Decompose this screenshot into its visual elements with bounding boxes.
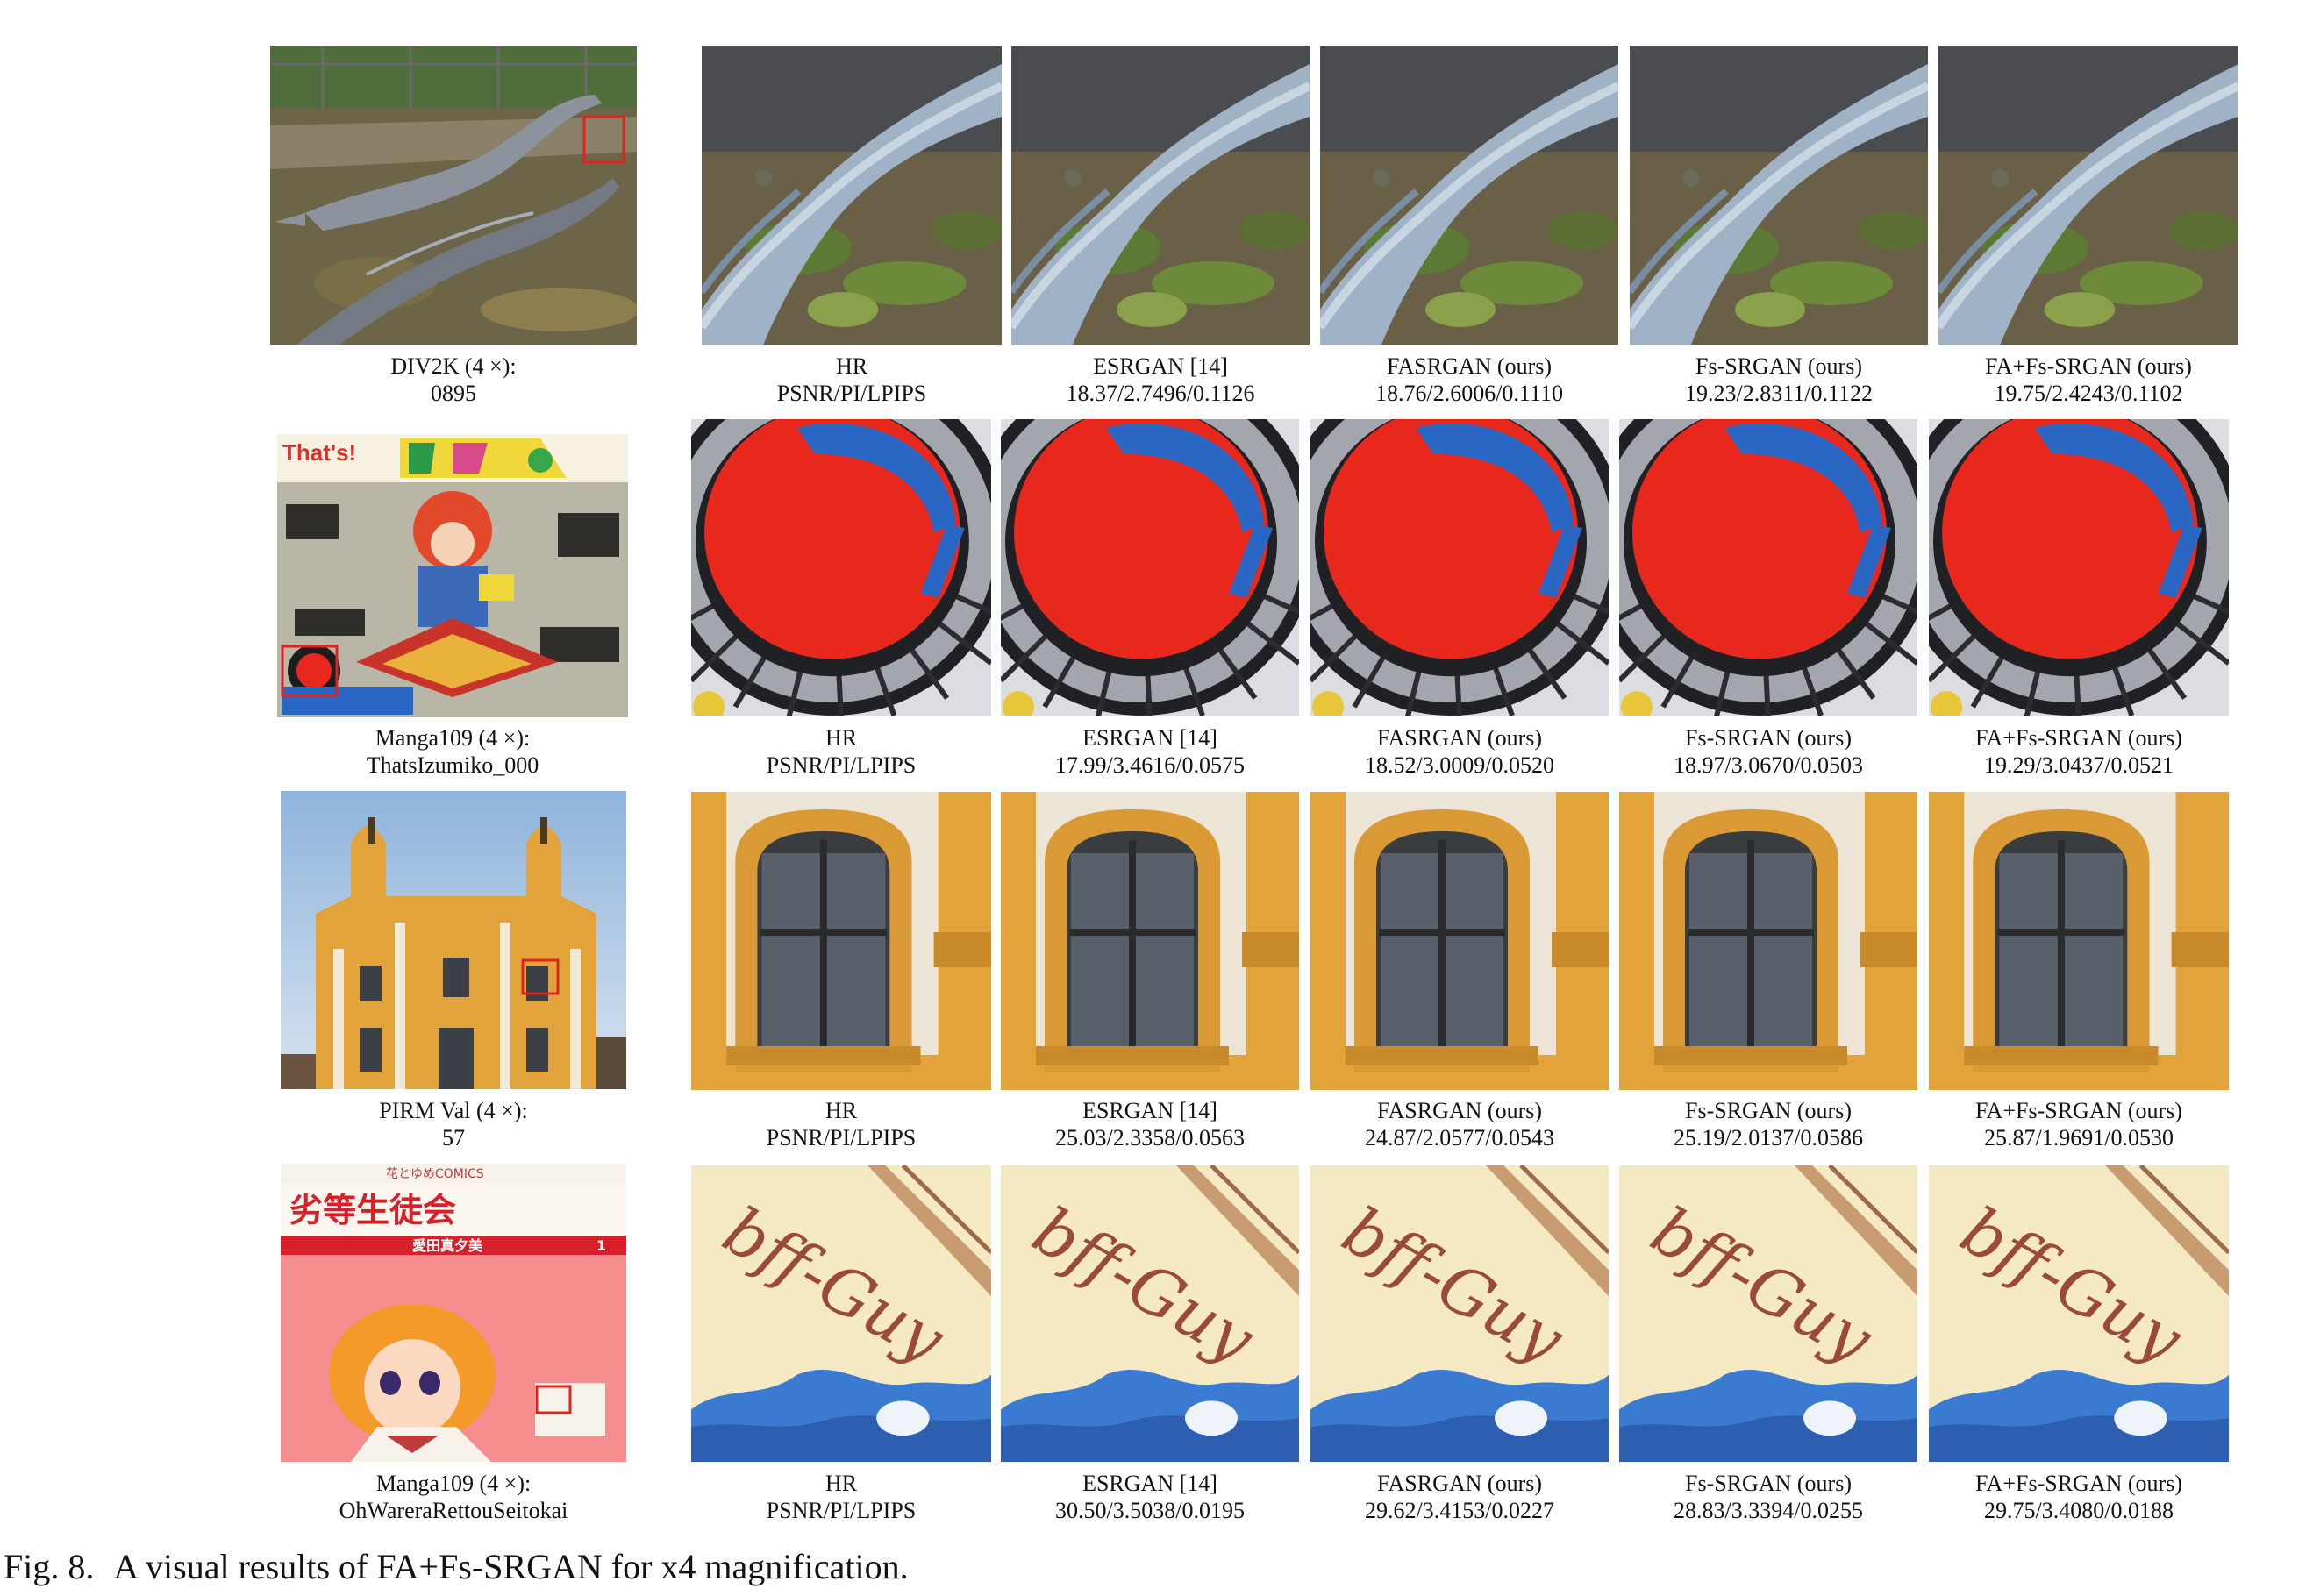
svg-text:劣等生徒会: 劣等生徒会 — [289, 1191, 456, 1229]
svg-text:愛田真夕美: 愛田真夕美 — [412, 1237, 483, 1254]
caption-row1-fa-fs-srgan: FA+Fs-SRGAN (ours) 19.75/2.4243/0.1102 — [1985, 353, 2192, 406]
crop-pirm-fa-fs-srgan — [1929, 792, 2229, 1090]
crop-pirm-hr — [691, 792, 991, 1090]
caption-row1-fasrgan: FASRGAN (ours) 18.76/2.6006/0.1110 — [1374, 353, 1564, 406]
crop-manga1-fs-srgan — [1619, 419, 1917, 716]
caption-row2-esrgan: ESRGAN [14] 17.99/3.4616/0.0575 — [1055, 725, 1245, 778]
crop-manga1-fasrgan — [1310, 419, 1609, 716]
caption-row3-dataset: PIRM Val (4 ×): 57 — [379, 1098, 528, 1151]
crop-manga2-fasrgan: bff-Guy — [1310, 1165, 1609, 1462]
svg-text:1: 1 — [596, 1237, 606, 1254]
figure-caption: Fig. 8. A visual results of FA+Fs-SRGAN f… — [4, 1546, 909, 1588]
crop-manga2-hr: bff-Guy — [691, 1165, 991, 1462]
caption-row4-dataset: Manga109 (4 ×): OhWareraRettouSeitokai — [339, 1471, 568, 1523]
caption-row4-esrgan: ESRGAN [14] 30.50/3.5038/0.0195 — [1055, 1471, 1245, 1523]
figure-label: Fig. 8. — [4, 1547, 95, 1586]
thumbnail-manga109-ohwarera: 花とゆめCOMICS 劣等生徒会 愛田真夕美 1 — [281, 1164, 626, 1462]
crop-div2k-esrgan — [1011, 46, 1310, 345]
caption-row3-fasrgan: FASRGAN (ours) 24.87/2.0577/0.0543 — [1365, 1098, 1554, 1151]
caption-row2-fs-srgan: Fs-SRGAN (ours) 18.97/3.0670/0.0503 — [1674, 725, 1863, 778]
crop-div2k-fasrgan — [1320, 46, 1618, 345]
figure-8: DIV2K (4 ×): 0895 HR PSNR/PI/LPIPS ESRGAN … — [0, 0, 2313, 1596]
crop-div2k-hr — [702, 46, 1002, 345]
crop-manga2-fa-fs-srgan: bff-Guy — [1929, 1165, 2229, 1462]
caption-row1-hr: HR PSNR/PI/LPIPS — [776, 353, 927, 406]
caption-row3-hr: HR PSNR/PI/LPIPS — [766, 1098, 917, 1151]
svg-text:That's!: That's! — [282, 439, 356, 466]
caption-row4-fasrgan: FASRGAN (ours) 29.62/3.4153/0.0227 — [1365, 1471, 1554, 1523]
crop-div2k-fa-fs-srgan — [1938, 46, 2238, 345]
caption-row3-fa-fs-srgan: FA+Fs-SRGAN (ours) 25.87/1.9691/0.0530 — [1975, 1098, 2182, 1151]
caption-row2-fa-fs-srgan: FA+Fs-SRGAN (ours) 19.29/3.0437/0.0521 — [1975, 725, 2182, 778]
caption-row1-dataset: DIV2K (4 ×): 0895 — [390, 353, 517, 406]
svg-text:花とゆめCOMICS: 花とゆめCOMICS — [386, 1167, 484, 1181]
caption-row1-esrgan: ESRGAN [14] 18.37/2.7496/0.1126 — [1066, 353, 1255, 406]
caption-row4-fs-srgan: Fs-SRGAN (ours) 28.83/3.3394/0.0255 — [1674, 1471, 1863, 1523]
caption-row2-dataset: Manga109 (4 ×): ThatsIzumiko_000 — [366, 725, 539, 778]
caption-row2-hr: HR PSNR/PI/LPIPS — [766, 725, 917, 778]
caption-row3-fs-srgan: Fs-SRGAN (ours) 25.19/2.0137/0.0586 — [1674, 1098, 1863, 1151]
crop-manga1-hr — [691, 419, 991, 716]
crop-manga1-esrgan — [1001, 419, 1299, 716]
caption-row2-fasrgan: FASRGAN (ours) 18.52/3.0009/0.0520 — [1365, 725, 1554, 778]
thumbnail-div2k-0895 — [270, 46, 637, 345]
crop-manga2-fs-srgan: bff-Guy — [1619, 1165, 1917, 1462]
caption-row3-esrgan: ESRGAN [14] 25.03/2.3358/0.0563 — [1055, 1098, 1245, 1151]
crop-pirm-fasrgan — [1310, 792, 1609, 1090]
crop-manga1-fa-fs-srgan — [1929, 419, 2229, 716]
crop-manga2-esrgan: bff-Guy — [1001, 1165, 1299, 1462]
caption-row4-fa-fs-srgan: FA+Fs-SRGAN (ours) 29.75/3.4080/0.0188 — [1975, 1471, 2182, 1523]
crop-pirm-esrgan — [1001, 792, 1299, 1090]
crop-div2k-fs-srgan — [1630, 46, 1928, 345]
caption-row4-hr: HR PSNR/PI/LPIPS — [766, 1471, 917, 1523]
thumbnail-pirm-val-57 — [281, 791, 626, 1089]
figure-caption-text: A visual results of FA+Fs-SRGAN for x4 m… — [113, 1547, 909, 1586]
crop-pirm-fs-srgan — [1619, 792, 1917, 1090]
thumbnail-manga109-thatsizumiko: That's! — [277, 434, 628, 717]
caption-row1-fs-srgan: Fs-SRGAN (ours) 19.23/2.8311/0.1122 — [1684, 353, 1874, 406]
